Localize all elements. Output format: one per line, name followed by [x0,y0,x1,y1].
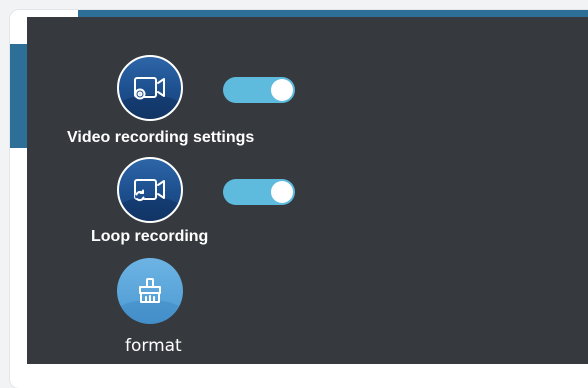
loop-camera-icon[interactable] [117,157,183,223]
loop-recording-toggle[interactable] [223,179,295,205]
camera-settings-icon[interactable] [117,55,183,121]
settings-panel: Video recording settings Loop recording … [27,17,588,364]
video-recording-toggle[interactable] [223,77,295,103]
loop-recording-label: Loop recording [91,228,209,245]
video-recording-label: Video recording settings [67,129,255,146]
card-accent-bar [10,44,27,148]
broom-icon[interactable] [117,258,183,324]
format-label: format [125,336,182,356]
toggle-knob [271,79,293,101]
toggle-knob [271,181,293,203]
